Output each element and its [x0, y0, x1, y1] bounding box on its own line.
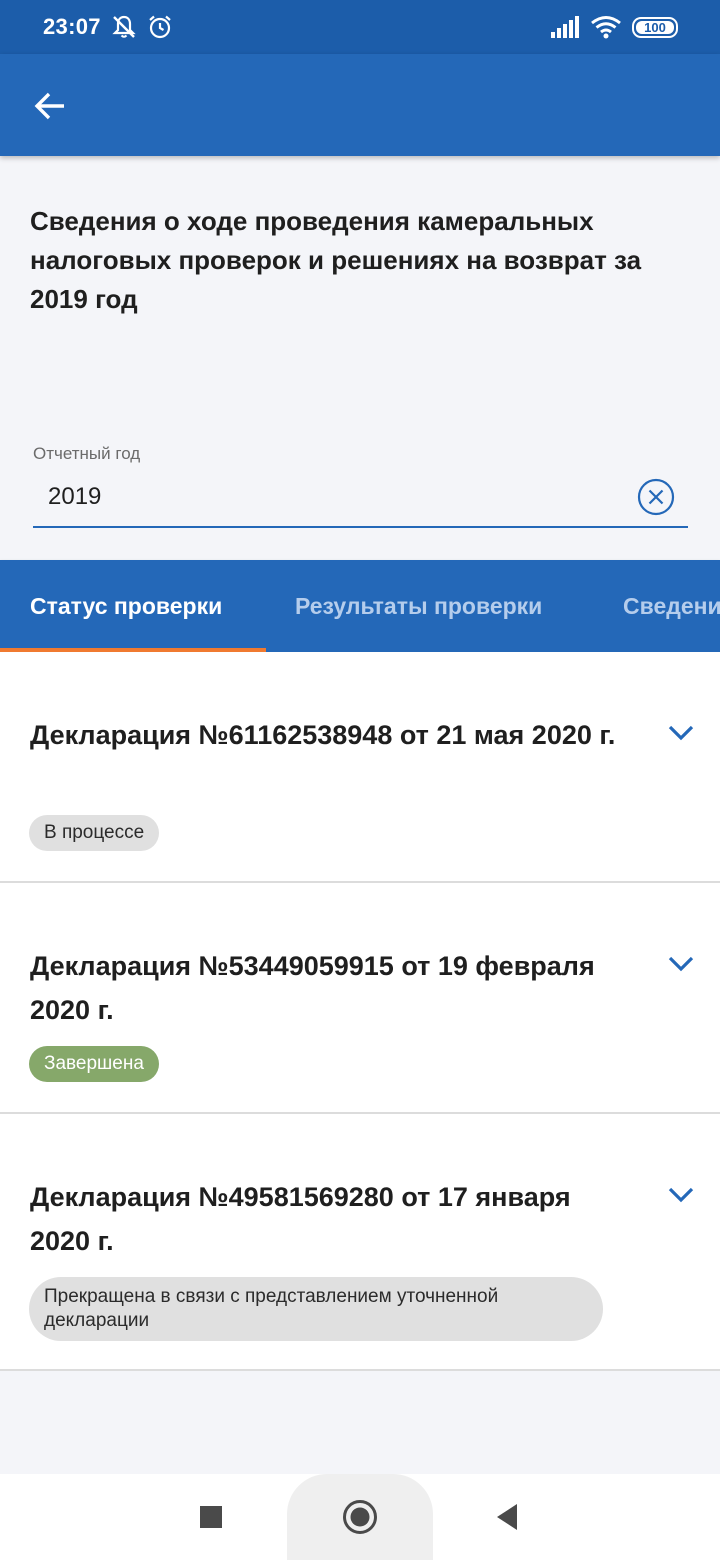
battery-level: 100 — [644, 19, 666, 35]
page-title: Сведения о ходе проведения камеральных н… — [30, 206, 642, 314]
status-right: 100 — [550, 15, 678, 39]
app-bar — [0, 54, 720, 156]
alarm-icon — [147, 14, 173, 40]
chevron-down-icon[interactable] — [666, 1180, 696, 1210]
home-circle-icon[interactable] — [339, 1496, 381, 1538]
status-bar: 23:07 100 — [0, 0, 720, 54]
declaration-card[interactable]: Декларация №53449059915 от 19 февраля 20… — [0, 883, 720, 1114]
declaration-title: Декларация №61162538948 от 21 мая 2020 г… — [30, 720, 616, 750]
wifi-icon — [590, 15, 622, 39]
clear-circle-icon — [637, 478, 675, 516]
year-field[interactable] — [33, 470, 688, 528]
status-badge: В процессе — [29, 815, 160, 851]
year-field-label: Отчетный год — [33, 444, 141, 463]
arrow-left-icon — [34, 92, 66, 120]
status-badge: Прекращена в связи с представлением уточ… — [29, 1277, 603, 1341]
clear-button[interactable] — [637, 478, 675, 516]
back-triangle-icon[interactable] — [486, 1496, 528, 1538]
declaration-list: Декларация №61162538948 от 21 мая 2020 г… — [0, 652, 720, 1371]
status-time: 23:07 — [43, 14, 101, 39]
tab-status[interactable]: Статус проверки — [30, 560, 222, 652]
year-input[interactable] — [48, 482, 608, 512]
back-button[interactable] — [24, 80, 76, 132]
system-nav-bar — [0, 1474, 720, 1560]
status-badge: Завершена — [29, 1046, 159, 1082]
declaration-card[interactable]: Декларация №49581569280 от 17 января 202… — [0, 1114, 720, 1371]
chevron-down-icon[interactable] — [666, 949, 696, 979]
tab-bar: Статус проверки Результаты проверки Свед… — [0, 560, 720, 652]
declaration-title: Декларация №49581569280 от 17 января 202… — [30, 1182, 571, 1256]
status-left: 23:07 — [43, 14, 173, 40]
tab-info[interactable]: Сведения — [623, 560, 720, 652]
declaration-title: Декларация №53449059915 от 19 февраля 20… — [30, 951, 595, 1025]
notifications-off-icon — [111, 14, 137, 40]
declaration-card[interactable]: Декларация №61162538948 от 21 мая 2020 г… — [0, 652, 720, 883]
tab-results[interactable]: Результаты проверки — [295, 560, 542, 652]
signal-icon — [550, 16, 580, 38]
battery-icon: 100 — [632, 16, 678, 38]
chevron-down-icon[interactable] — [666, 718, 696, 748]
recents-square-icon[interactable] — [190, 1496, 232, 1538]
